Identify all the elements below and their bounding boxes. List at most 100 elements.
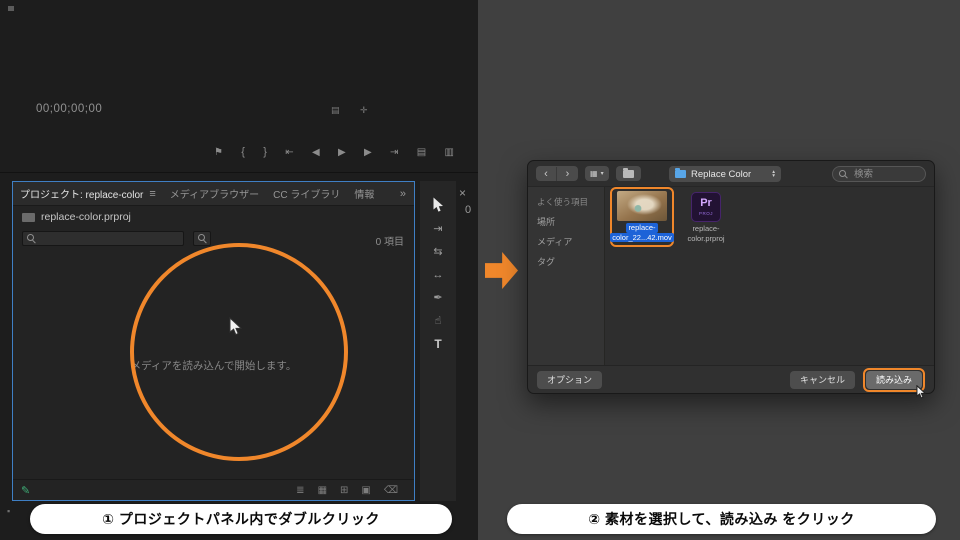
search-icon: [197, 234, 207, 243]
transport-controls: ⚑ { } ⇤ ◀ ▶ ▶ ⇥ ▤ ▥: [214, 146, 454, 158]
dialog-footer: オプション キャンセル 読み込み: [528, 365, 934, 399]
new-bin-icon[interactable]: ⊞: [340, 485, 348, 496]
project-file-name: replace-color.prproj: [41, 211, 131, 223]
pr-logo-text: Pr: [700, 197, 712, 209]
selection-tool[interactable]: [432, 197, 444, 213]
tab-label: CC ライブラリ: [273, 190, 341, 201]
sidebar-item-media[interactable]: メディア: [528, 231, 604, 251]
dialog-search-input[interactable]: [852, 167, 919, 181]
project-search-box[interactable]: [22, 231, 184, 246]
ripple-edit-tool[interactable]: ⇆: [433, 245, 442, 259]
tab-label: プロジェクト: replace-color: [20, 190, 144, 201]
tab-label: 情報: [354, 190, 375, 201]
screen: 00;00;00;00 ▤ ✛ ⚑ { } ⇤ ◀ ▶ ▶ ⇥ ▤ ▥ プロジェ…: [0, 0, 960, 540]
premiere-project-icon: Pr PROJ: [691, 192, 721, 222]
go-to-in-button[interactable]: ⇤: [285, 147, 293, 158]
track-select-tool[interactable]: ⇥: [433, 222, 442, 236]
annotation-ring: 読み込み: [862, 367, 926, 399]
pencil-icon[interactable]: ✎: [21, 484, 30, 497]
go-to-out-button[interactable]: ⇥: [390, 147, 398, 158]
delete-icon[interactable]: ⌫: [384, 485, 398, 496]
file-name-line: replace-: [626, 223, 658, 233]
tab-info[interactable]: 情報: [347, 182, 381, 205]
pen-tool[interactable]: ✒: [433, 291, 442, 305]
monitor-settings-icon[interactable]: ▤: [331, 105, 340, 116]
icon-view-icon[interactable]: ▦: [318, 485, 327, 496]
chevron-down-icon: ▾: [600, 171, 604, 177]
chevron-down-icon: ▾: [772, 173, 775, 179]
file-name-line: color_22...42.mov: [610, 232, 674, 242]
dialog-toolbar: ‹ › ▦ ▾ Replace Color ▴ ▾: [528, 161, 934, 187]
dialog-search-field[interactable]: [832, 166, 926, 182]
video-thumbnail: [617, 191, 667, 221]
import-button[interactable]: 読み込み: [865, 370, 922, 389]
search-filter-icon[interactable]: [193, 231, 211, 246]
step1-caption: ① プロジェクトパネル内でダブルクリック: [30, 504, 452, 534]
cancel-button[interactable]: キャンセル: [789, 370, 855, 389]
lift-button[interactable]: ▤: [417, 147, 426, 158]
new-folder-button[interactable]: [615, 166, 641, 181]
annotation-ring: replace- color_22...42.mov: [610, 187, 674, 247]
extract-button[interactable]: ▥: [445, 147, 454, 158]
tab-media-browser[interactable]: メディアブラウザー: [163, 182, 266, 205]
playhead-timecode: 00;00;00;00: [36, 103, 103, 115]
file-item-movie[interactable]: replace- color_22...42.mov: [610, 189, 674, 245]
mouse-cursor: [229, 317, 242, 336]
sidebar-item-favorites[interactable]: よく使う項目: [528, 192, 604, 211]
mark-in-button[interactable]: {: [241, 146, 245, 158]
sidebar-item-tags[interactable]: タグ: [528, 251, 604, 271]
status-bar-icon: ▪: [7, 506, 11, 516]
file-item-project[interactable]: Pr PROJ replace- color.prproj: [682, 192, 730, 243]
options-button[interactable]: オプション: [537, 370, 603, 389]
hand-tool[interactable]: ☝: [435, 314, 442, 328]
pr-proj-text: PROJ: [698, 211, 713, 216]
mouse-cursor: [916, 384, 926, 399]
step-forward-button[interactable]: ▶: [364, 147, 372, 158]
file-name: replace- color.prproj: [687, 224, 724, 243]
footer-icon-group: ≣ ▦ ⊞ ▣ ⌫: [296, 485, 406, 496]
project-file-icon: [22, 212, 35, 222]
type-tool[interactable]: T: [434, 337, 441, 351]
panel-menu-icon[interactable]: ≡: [149, 188, 155, 200]
search-icon: [839, 169, 848, 179]
footer-button-group: キャンセル 読み込み: [789, 367, 926, 399]
location-dropdown[interactable]: Replace Color ▴ ▾: [669, 166, 781, 182]
rate-stretch-tool[interactable]: ↔: [433, 268, 444, 282]
panel-tab-bar: プロジェクト: replace-color ≡ メディアブラウザー CC ライブ…: [13, 182, 414, 206]
project-panel-footer: ✎ ≣ ▦ ⊞ ▣ ⌫: [13, 479, 414, 500]
mark-out-button[interactable]: }: [263, 146, 267, 158]
panel-close-icon[interactable]: ×: [459, 186, 466, 200]
monitor-panel: 00;00;00;00 ▤ ✛ ⚑ { } ⇤ ◀ ▶ ▶ ⇥ ▤ ▥: [0, 0, 478, 173]
step-back-button[interactable]: ◀: [312, 147, 320, 158]
new-item-icon[interactable]: ▣: [361, 485, 370, 496]
sidebar-item-locations[interactable]: 場所: [528, 211, 604, 231]
back-button[interactable]: ‹: [536, 166, 557, 181]
item-count-label: 0 項目: [375, 237, 404, 248]
step2-caption: ② 素材を選択して、読み込み をクリック: [507, 504, 936, 534]
tab-project[interactable]: プロジェクト: replace-color ≡: [13, 182, 163, 205]
grid-view-icon: ▦: [590, 169, 598, 178]
forward-button[interactable]: ›: [557, 167, 578, 181]
tools-panel: ⇥ ⇆ ↔ ✒ ☝ T: [420, 181, 456, 501]
search-icon: [27, 234, 36, 243]
project-search-input[interactable]: [40, 232, 179, 245]
file-name: replace- color_22...42.mov: [610, 223, 674, 242]
tab-cc-libraries[interactable]: CC ライブラリ: [266, 182, 347, 205]
add-marker-button[interactable]: ⚑: [214, 147, 223, 158]
snap-icon[interactable]: ✛: [360, 105, 368, 116]
folder-icon: [622, 167, 634, 178]
nav-button-group: ‹ ›: [536, 166, 578, 181]
folder-icon: [675, 168, 686, 178]
project-file-row: replace-color.prproj: [13, 206, 414, 228]
file-browser: replace- color_22...42.mov Pr PROJ repla…: [606, 187, 934, 365]
clipped-timecode: 0: [465, 204, 472, 216]
tab-overflow-icon[interactable]: »: [400, 188, 414, 200]
file-name-line: color.prproj: [687, 233, 725, 243]
file-name-line: replace-: [692, 224, 720, 233]
list-view-icon[interactable]: ≣: [296, 485, 304, 496]
app-home-icon: [8, 6, 14, 11]
view-mode-button[interactable]: ▦ ▾: [585, 166, 609, 181]
play-button[interactable]: ▶: [338, 147, 346, 158]
dialog-sidebar: よく使う項目 場所 メディア タグ: [528, 187, 605, 365]
location-label: Replace Color: [691, 168, 752, 180]
